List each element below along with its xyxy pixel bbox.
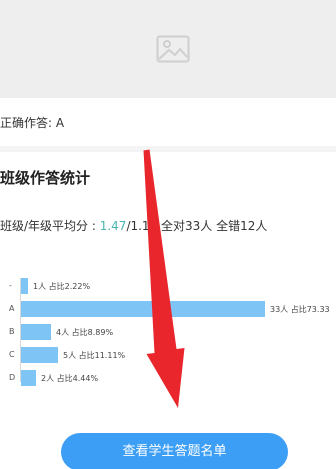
correct-answer-label: 正确作答: A — [0, 116, 65, 130]
average-score-line: 班级/年级平均分 : 1.47/1.18 全对33人 全错12人 — [0, 217, 267, 234]
chart-category-tick: - — [9, 281, 12, 290]
chart-data-label: 33人 占比73.33 — [270, 305, 330, 314]
chart-category-tick: D — [9, 373, 16, 382]
question-image-placeholder — [0, 0, 336, 98]
chart-bar — [21, 301, 265, 317]
image-icon — [156, 35, 190, 63]
average-score-prefix: 班级/年级平均分 : — [0, 219, 100, 233]
chart-bar — [21, 324, 51, 340]
chart-data-label: 5人 占比11.11% — [63, 351, 126, 360]
chart-data-label: 4人 占比8.89% — [56, 328, 114, 337]
class-average-value: 1.47 — [99, 219, 127, 233]
chart-bar — [21, 347, 58, 363]
chart-category-tick: A — [9, 304, 15, 313]
stats-title: 班级作答统计 — [0, 169, 91, 187]
chart-category-tick: B — [9, 327, 15, 336]
class-stats-card: 班级作答统计 班级/年级平均分 : 1.47/1.18 全对33人 全错12人 … — [0, 152, 336, 469]
chart-data-label: 2人 占比4.44% — [41, 374, 99, 383]
chart-category-tick: C — [9, 350, 15, 359]
answer-distribution-chart: - 1人 占比2.22% A 33人 占比73.33 B 4人 占比8.89% C 5人 占比… — [0, 278, 336, 388]
view-student-list-button[interactable]: 查看学生答题名单 — [61, 433, 288, 469]
chart-bar — [21, 278, 28, 294]
chart-data-label: 1人 占比2.22% — [33, 282, 91, 291]
correct-answer-row: 正确作答: A — [0, 98, 336, 146]
chart-bar — [21, 370, 36, 386]
average-score-suffix: /1.18 全对33人 全错12人 — [126, 219, 268, 233]
